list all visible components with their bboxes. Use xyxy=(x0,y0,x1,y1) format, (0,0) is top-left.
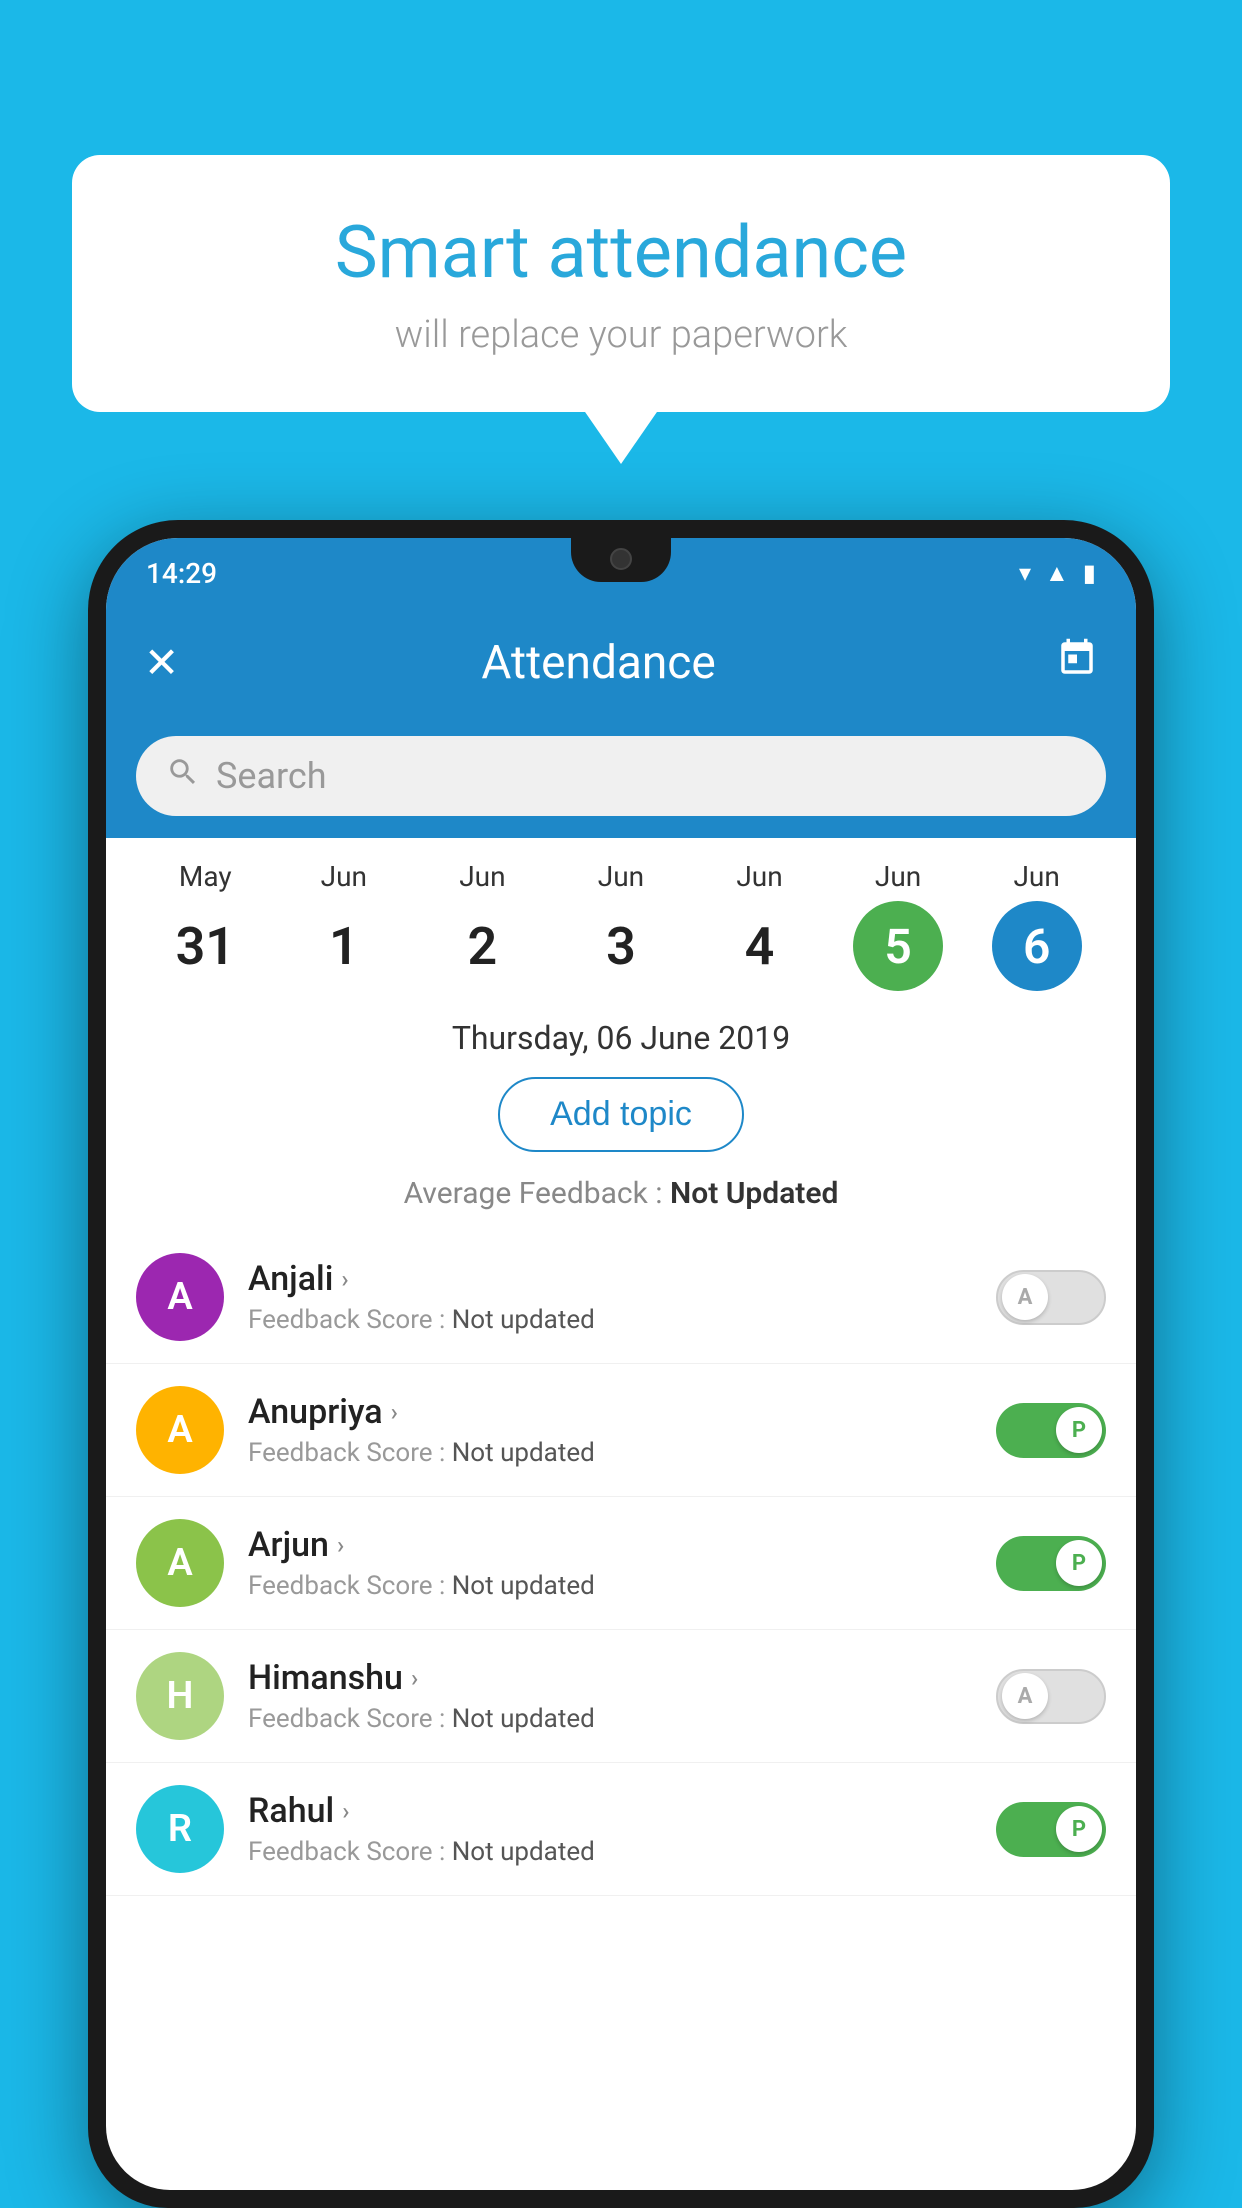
cal-date-5: 5 xyxy=(853,901,943,991)
toggle-switch-0[interactable]: A xyxy=(996,1270,1106,1325)
calendar-button[interactable] xyxy=(1056,637,1098,690)
toggle-knob-0: A xyxy=(1002,1274,1048,1320)
student-info-1: Anupriya › Feedback Score : Not updated xyxy=(248,1392,972,1468)
cal-month-4: Jun xyxy=(736,860,782,893)
student-item-3[interactable]: H Himanshu › Feedback Score : Not updated A xyxy=(106,1630,1136,1763)
cal-month-0: May xyxy=(179,860,232,893)
notch xyxy=(571,538,671,582)
add-topic-button[interactable]: Add topic xyxy=(498,1077,744,1152)
student-item-4[interactable]: R Rahul › Feedback Score : Not updated P xyxy=(106,1763,1136,1896)
battery-icon: ▮ xyxy=(1083,559,1096,587)
chevron-icon-4: › xyxy=(342,1797,349,1825)
cal-date-1: 1 xyxy=(299,901,389,991)
bubble-title: Smart attendance xyxy=(132,210,1110,295)
search-bar-wrapper: Search xyxy=(106,718,1136,838)
calendar-day-6[interactable]: Jun 6 xyxy=(982,860,1092,991)
avg-feedback-label: Average Feedback : xyxy=(404,1176,670,1211)
feedback-score-1: Feedback Score : Not updated xyxy=(248,1438,972,1468)
cal-date-4: 4 xyxy=(715,901,805,991)
calendar-day-4[interactable]: Jun 4 xyxy=(705,860,815,991)
speech-bubble: Smart attendance will replace your paper… xyxy=(72,155,1170,412)
calendar-strip: May 31 Jun 1 Jun 2 Jun 3 Jun 4 Jun 5 Jun 6 xyxy=(106,838,1136,1001)
avg-feedback-value: Not Updated xyxy=(670,1176,838,1211)
calendar-day-2[interactable]: Jun 2 xyxy=(427,860,537,991)
cal-date-0: 31 xyxy=(160,901,250,991)
toggle-knob-3: A xyxy=(1002,1673,1048,1719)
cal-month-6: Jun xyxy=(1013,860,1059,893)
wifi-icon: ▾ xyxy=(1019,559,1031,587)
cal-date-2: 2 xyxy=(437,901,527,991)
student-avatar-4: R xyxy=(136,1785,224,1873)
calendar-day-5[interactable]: Jun 5 xyxy=(843,860,953,991)
student-list: AAnjali ›Feedback Score : Not updatedAAA… xyxy=(106,1231,1136,1896)
camera xyxy=(610,548,632,570)
bubble-subtitle: will replace your paperwork xyxy=(132,313,1110,357)
toggle-switch-3[interactable]: A xyxy=(996,1669,1106,1724)
app-bar-title: Attendance xyxy=(141,636,1056,690)
add-topic-wrapper: Add topic xyxy=(106,1069,1136,1168)
cal-date-3: 3 xyxy=(576,901,666,991)
student-avatar-2: A xyxy=(136,1519,224,1607)
phone-frame: 14:29 ▾ ▲ ▮ ✕ Attendance xyxy=(88,520,1154,2208)
search-icon xyxy=(166,755,200,798)
student-info-2: Arjun › Feedback Score : Not updated xyxy=(248,1525,972,1601)
student-avatar-0: A xyxy=(136,1253,224,1341)
feedback-score-0: Feedback Score : Not updated xyxy=(248,1305,972,1335)
student-item-0[interactable]: A Anjali › Feedback Score : Not updated A xyxy=(106,1231,1136,1364)
feedback-score-3: Feedback Score : Not updated xyxy=(248,1704,972,1734)
cal-month-1: Jun xyxy=(321,860,367,893)
speech-bubble-container: Smart attendance will replace your paper… xyxy=(72,155,1170,412)
toggle-knob-1: P xyxy=(1056,1407,1102,1453)
calendar-day-0[interactable]: May 31 xyxy=(150,860,260,991)
chevron-icon-3: › xyxy=(411,1664,418,1692)
avg-feedback: Average Feedback : Not Updated xyxy=(106,1168,1136,1231)
student-item-1[interactable]: A Anupriya › Feedback Score : Not updated P xyxy=(106,1364,1136,1497)
student-avatar-1: A xyxy=(136,1386,224,1474)
search-placeholder: Search xyxy=(216,755,327,797)
student-name-0: Anjali › xyxy=(248,1259,972,1299)
student-info-4: Rahul › Feedback Score : Not updated xyxy=(248,1791,972,1867)
status-time: 14:29 xyxy=(146,557,217,590)
toggle-switch-1[interactable]: P xyxy=(996,1403,1106,1458)
chevron-icon-1: › xyxy=(391,1398,398,1426)
status-bar: 14:29 ▾ ▲ ▮ xyxy=(106,538,1136,608)
feedback-score-4: Feedback Score : Not updated xyxy=(248,1837,972,1867)
cal-month-5: Jun xyxy=(875,860,921,893)
calendar-day-1[interactable]: Jun 1 xyxy=(289,860,399,991)
toggle-knob-4: P xyxy=(1056,1806,1102,1852)
student-name-3: Himanshu › xyxy=(248,1658,972,1698)
app-bar: ✕ Attendance xyxy=(106,608,1136,718)
toggle-switch-2[interactable]: P xyxy=(996,1536,1106,1591)
phone-screen: 14:29 ▾ ▲ ▮ ✕ Attendance xyxy=(106,538,1136,2190)
student-info-0: Anjali › Feedback Score : Not updated xyxy=(248,1259,972,1335)
feedback-score-2: Feedback Score : Not updated xyxy=(248,1571,972,1601)
toggle-switch-4[interactable]: P xyxy=(996,1802,1106,1857)
student-item-2[interactable]: A Arjun › Feedback Score : Not updated P xyxy=(106,1497,1136,1630)
student-avatar-3: H xyxy=(136,1652,224,1740)
chevron-icon-2: › xyxy=(337,1531,344,1559)
student-info-3: Himanshu › Feedback Score : Not updated xyxy=(248,1658,972,1734)
calendar-day-3[interactable]: Jun 3 xyxy=(566,860,676,991)
cal-month-3: Jun xyxy=(598,860,644,893)
signal-icon: ▲ xyxy=(1045,559,1069,588)
chevron-icon-0: › xyxy=(341,1265,348,1293)
cal-date-6: 6 xyxy=(992,901,1082,991)
student-name-4: Rahul › xyxy=(248,1791,972,1831)
toggle-knob-2: P xyxy=(1056,1540,1102,1586)
status-icons: ▾ ▲ ▮ xyxy=(1019,559,1096,588)
selected-date: Thursday, 06 June 2019 xyxy=(106,1001,1136,1069)
student-name-2: Arjun › xyxy=(248,1525,972,1565)
search-bar[interactable]: Search xyxy=(136,736,1106,816)
student-name-1: Anupriya › xyxy=(248,1392,972,1432)
cal-month-2: Jun xyxy=(459,860,505,893)
